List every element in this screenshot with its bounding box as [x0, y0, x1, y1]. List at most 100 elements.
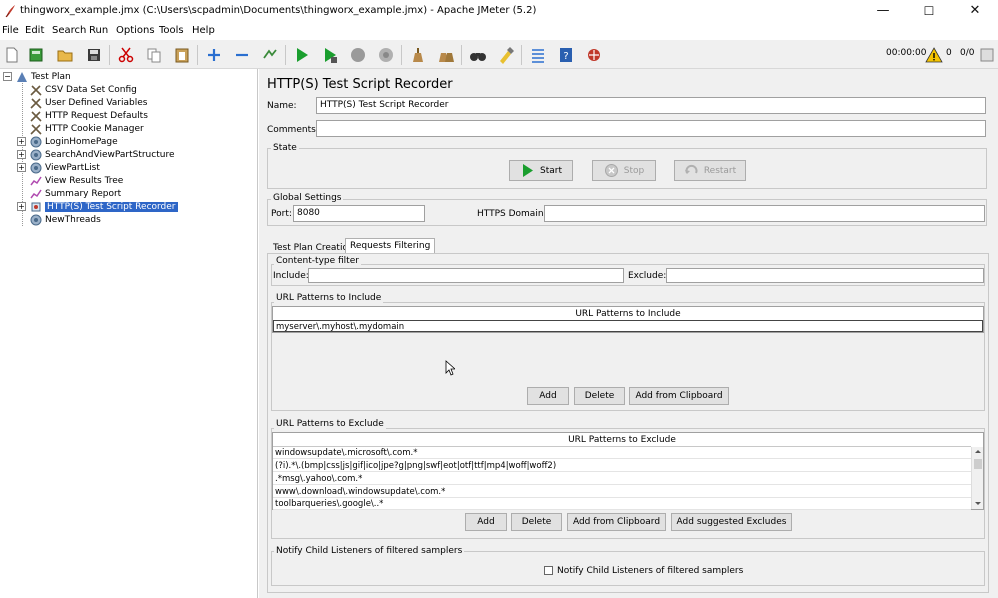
exclude-scrollbar[interactable] [971, 447, 983, 509]
tree-expander[interactable]: + [17, 202, 26, 211]
include-patterns-table: URL Patterns to Include myserver\.myhost… [272, 306, 984, 333]
port-label: Port: [271, 209, 292, 219]
function-helper-icon[interactable] [526, 43, 550, 66]
minimize-button[interactable]: — [860, 0, 906, 22]
recorder-panel: HTTP(S) Test Script Recorder Name: HTTP(… [259, 69, 998, 598]
close-button[interactable]: ✕ [952, 0, 998, 22]
paste-icon[interactable] [170, 43, 194, 66]
add-suggested-excludes-button[interactable]: Add suggested Excludes [671, 513, 792, 531]
tree-node-login-home-page[interactable]: LoginHomePage [30, 135, 118, 148]
exclude-pattern-row[interactable]: .*msg\.yahoo\.com.* [273, 473, 971, 485]
menu-edit[interactable]: Edit [25, 25, 44, 36]
include-add-button[interactable]: Add [527, 387, 569, 405]
new-icon[interactable] [0, 43, 24, 66]
toggle-icon[interactable] [258, 43, 282, 66]
tree-node-search-and-view[interactable]: SearchAndViewPartStructure [30, 148, 175, 161]
tree-node-new-threads[interactable]: NewThreads [30, 213, 101, 226]
exclude-pattern-row[interactable]: toolbarqueries\.google\..* [273, 498, 971, 510]
include-delete-button[interactable]: Delete [574, 387, 625, 405]
exclude-add-from-clipboard-button[interactable]: Add from Clipboard [567, 513, 666, 531]
menu-search[interactable]: Search [52, 25, 86, 36]
menu-run[interactable]: Run [89, 25, 108, 36]
exclude-delete-button[interactable]: Delete [511, 513, 562, 531]
reset-search-icon[interactable] [494, 43, 518, 66]
include-patterns-label: URL Patterns to Include [274, 293, 384, 303]
exclude-pattern-row[interactable]: windowsupdate\.microsoft\.com.* [273, 447, 971, 459]
include-pattern-row[interactable]: myserver\.myhost\.mydomain [273, 320, 983, 332]
copy-icon[interactable] [142, 43, 166, 66]
https-domains-field[interactable] [544, 205, 985, 222]
stop-icon [604, 164, 618, 177]
start-icon[interactable] [290, 43, 314, 66]
remote-icon[interactable] [582, 43, 606, 66]
tab-requests-filtering[interactable]: Requests Filtering [345, 238, 436, 253]
tree-expander[interactable]: − [3, 72, 12, 81]
save-icon[interactable] [82, 43, 106, 66]
templates-icon[interactable] [24, 43, 48, 66]
test-plan-tree: − Test Plan CSV Data Set Config User Def… [0, 69, 258, 598]
thread-group-icon [30, 162, 42, 174]
window-title: thingworx_example.jmx (C:\Users\scpadmin… [20, 5, 537, 16]
tree-node-csv[interactable]: CSV Data Set Config [30, 83, 137, 96]
config-element-icon [30, 97, 42, 109]
include-add-from-clipboard-button[interactable]: Add from Clipboard [629, 387, 729, 405]
listener-icon [30, 188, 42, 200]
notify-checkbox-label[interactable]: Notify Child Listeners of filtered sampl… [557, 566, 743, 576]
clear-all-icon[interactable] [434, 43, 458, 66]
mouse-cursor-icon [445, 360, 457, 379]
exclude-add-button[interactable]: Add [465, 513, 507, 531]
title-bar: thingworx_example.jmx (C:\Users\scpadmin… [0, 0, 998, 22]
menu-options[interactable]: Options [116, 25, 155, 36]
start-button[interactable]: Start [509, 160, 573, 181]
open-icon[interactable] [53, 43, 77, 66]
thread-group-icon [30, 214, 42, 226]
comments-label: Comments: [267, 125, 319, 135]
menu-bar: File Edit Search Run Options Tools Help [0, 22, 998, 40]
restart-icon [684, 164, 698, 174]
expand-icon[interactable] [202, 43, 226, 66]
elapsed-timer: 00:00:00 [886, 48, 927, 58]
tree-node-view-results-tree[interactable]: View Results Tree [30, 174, 123, 187]
exclude-pattern-row[interactable]: www\.download\.windowsupdate\.com.* [273, 486, 971, 498]
recorder-icon [30, 201, 42, 213]
menu-help[interactable]: Help [192, 25, 215, 36]
warning-icon[interactable] [925, 43, 943, 66]
port-field[interactable]: 8080 [293, 205, 425, 222]
include-field[interactable] [308, 268, 624, 283]
menu-file[interactable]: File [2, 25, 19, 36]
thread-count: 0/0 [960, 48, 975, 58]
notify-checkbox[interactable] [544, 566, 553, 575]
shutdown-icon[interactable] [374, 43, 398, 66]
tree-expander[interactable]: + [17, 150, 26, 159]
tree-node-summary-report[interactable]: Summary Report [30, 187, 121, 200]
config-element-icon [30, 110, 42, 122]
tree-node-udv[interactable]: User Defined Variables [30, 96, 147, 109]
page-title: HTTP(S) Test Script Recorder [267, 77, 453, 92]
help-icon[interactable]: ? [554, 43, 578, 66]
exclude-pattern-row[interactable]: (?i).*\.(bmp|css|js|gif|ico|jpe?g|png|sw… [273, 460, 971, 472]
tree-node-request-defaults[interactable]: HTTP Request Defaults [30, 109, 148, 122]
tree-node-script-recorder[interactable]: HTTP(S) Test Script Recorder [30, 200, 178, 213]
tree-expander[interactable]: + [17, 137, 26, 146]
name-field[interactable]: HTTP(S) Test Script Recorder [316, 97, 986, 114]
tree-node-view-part-list[interactable]: ViewPartList [30, 161, 100, 174]
comments-field[interactable] [316, 120, 986, 137]
exclude-field[interactable] [666, 268, 984, 283]
tree-node-test-plan[interactable]: Test Plan [16, 70, 71, 83]
thread-status-icon [977, 43, 997, 66]
warning-count: 0 [946, 48, 952, 58]
tree-node-cookie-manager[interactable]: HTTP Cookie Manager [30, 122, 144, 135]
stop-button[interactable]: Stop [592, 160, 656, 181]
collapse-icon[interactable] [230, 43, 254, 66]
clear-icon[interactable] [406, 43, 430, 66]
tree-expander[interactable]: + [17, 163, 26, 172]
restart-button[interactable]: Restart [674, 160, 746, 181]
start-no-pauses-icon[interactable] [318, 43, 342, 66]
cut-icon[interactable] [114, 43, 138, 66]
maximize-button[interactable]: ☐ [906, 0, 952, 22]
search-icon[interactable] [466, 43, 490, 66]
config-element-icon [30, 84, 42, 96]
menu-tools[interactable]: Tools [159, 25, 184, 36]
thread-group-icon [30, 136, 42, 148]
stop-icon[interactable] [346, 43, 370, 66]
